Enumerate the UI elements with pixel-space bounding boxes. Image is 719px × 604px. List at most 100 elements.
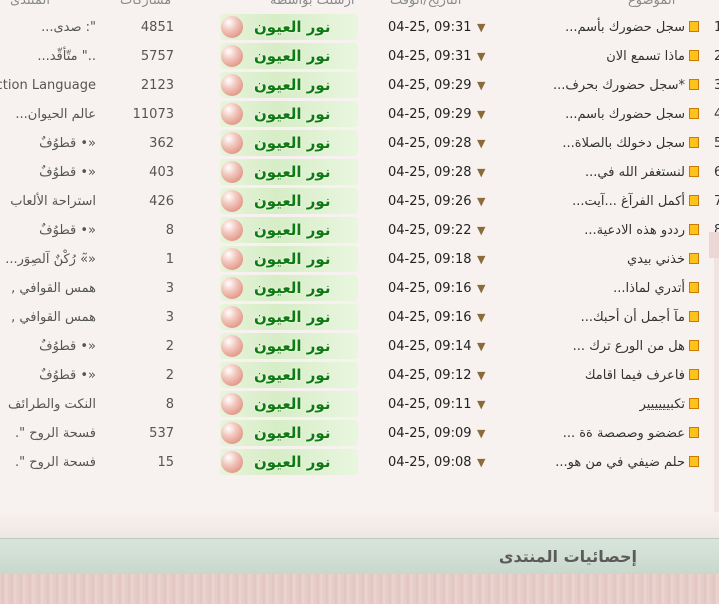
table-row[interactable]: «• قطوُفٌ 403 نور العيون 04-25, 09:28 ▼ لنستغ… xyxy=(0,158,719,187)
table-row[interactable]: النكت والطرائف 8 نور العيون 04-25, 09:11 ▼ تك… xyxy=(0,390,719,419)
forum-link[interactable]: «• قطوُفٌ xyxy=(0,158,96,187)
triangle-down-icon[interactable]: ▼ xyxy=(477,274,489,303)
table-row[interactable]: «̃» رُكْنٌ آلصِوَر... 1 نور العيون 04-25, 0… xyxy=(0,245,719,274)
triangle-down-icon[interactable]: ▼ xyxy=(477,71,489,100)
poster-badge[interactable]: نور العيون xyxy=(220,391,358,417)
triangle-down-icon[interactable]: ▼ xyxy=(477,245,489,274)
forum-link[interactable]: ction Language xyxy=(0,71,96,100)
topic-link[interactable]: خذني بيدي xyxy=(505,245,685,274)
poster-name[interactable]: نور العيون xyxy=(254,391,330,417)
forum-link[interactable]: استراحة الألعاب xyxy=(0,187,96,216)
table-row[interactable]: ": صدى... 4851 نور العيون 04-25, 09:31 ▼ سجل … xyxy=(0,13,719,42)
triangle-down-icon[interactable]: ▼ xyxy=(477,158,489,187)
poster-name[interactable]: نور العيون xyxy=(254,246,330,272)
poster-name[interactable]: نور العيون xyxy=(254,14,330,40)
topic-link[interactable]: سجل دخولك بالصلاة... xyxy=(505,129,685,158)
table-row[interactable]: فسحة الروح ". 15 نور العيون 04-25, 09:08 ▼ حل… xyxy=(0,448,719,477)
forum-link[interactable]: عالم الحيوان... xyxy=(0,100,96,129)
poster-badge[interactable]: نور العيون xyxy=(220,72,358,98)
poster-name[interactable]: نور العيون xyxy=(254,275,330,301)
table-row[interactable]: «• قطوُفٌ 362 نور العيون 04-25, 09:28 ▼ سجل د… xyxy=(0,129,719,158)
poster-badge[interactable]: نور العيون xyxy=(220,333,358,359)
topic-link[interactable]: سجل حضورك باسم... xyxy=(505,100,685,129)
topic-link[interactable]: فاعرف فيما اقامك xyxy=(505,361,685,390)
scroll-thumb[interactable] xyxy=(709,232,719,258)
triangle-down-icon[interactable]: ▼ xyxy=(477,332,489,361)
poster-name[interactable]: نور العيون xyxy=(254,130,330,156)
triangle-down-icon[interactable]: ▼ xyxy=(477,42,489,71)
poster-badge[interactable]: نور العيون xyxy=(220,14,358,40)
posts-count: 362 xyxy=(149,136,174,151)
poster-badge[interactable]: نور العيون xyxy=(220,420,358,446)
table-row[interactable]: «• قطوُفٌ 2 نور العيون 04-25, 09:12 ▼ فاعرف ف… xyxy=(0,361,719,390)
poster-name[interactable]: نور العيون xyxy=(254,72,330,98)
poster-badge[interactable]: نور العيون xyxy=(220,304,358,330)
poster-badge[interactable]: نور العيون xyxy=(220,188,358,214)
triangle-down-icon[interactable]: ▼ xyxy=(477,216,489,245)
topic-link[interactable]: أكمل الفرآغ ...آيت... xyxy=(505,187,685,216)
poster-badge[interactable]: نور العيون xyxy=(220,275,358,301)
poster-name[interactable]: نور العيون xyxy=(254,449,330,475)
forum-link[interactable]: «̃» رُكْنٌ آلصِوَر... xyxy=(0,245,96,274)
triangle-down-icon[interactable]: ▼ xyxy=(477,13,489,42)
poster-name[interactable]: نور العيون xyxy=(254,362,330,388)
triangle-down-icon[interactable]: ▼ xyxy=(477,390,489,419)
topic-link[interactable]: ماذا تسمع الان xyxy=(505,42,685,71)
table-row[interactable]: استراحة الألعاب 426 نور العيون 04-25, 09:26… xyxy=(0,187,719,216)
forum-link[interactable]: همس القوافي , xyxy=(0,303,96,332)
table-row[interactable]: عالم الحيوان... 11073 نور العيون 04-25, 09:… xyxy=(0,100,719,129)
topic-link[interactable]: سجل حضورك بأسم... xyxy=(505,13,685,42)
poster-name[interactable]: نور العيون xyxy=(254,101,330,127)
poster-name[interactable]: نور العيون xyxy=(254,188,330,214)
poster-badge[interactable]: نور العيون xyxy=(220,43,358,69)
forum-link[interactable]: «• قطوُفٌ xyxy=(0,216,96,245)
triangle-down-icon[interactable]: ▼ xyxy=(477,448,489,477)
table-row[interactable]: ction Language 2123 نور العيون 04-25, 09:29… xyxy=(0,71,719,100)
triangle-down-icon[interactable]: ▼ xyxy=(477,100,489,129)
forum-link[interactable]: «• قطوُفٌ xyxy=(0,361,96,390)
forum-link[interactable]: فسحة الروح ". xyxy=(0,419,96,448)
topic-link[interactable]: رددو هذه الادعية... xyxy=(505,216,685,245)
poster-name[interactable]: نور العيون xyxy=(254,304,330,330)
topic-link[interactable]: مآ أجمل أن أحبك... xyxy=(505,303,685,332)
poster-name[interactable]: نور العيون xyxy=(254,43,330,69)
poster-badge[interactable]: نور العيون xyxy=(220,362,358,388)
topic-link[interactable]: أتدري لماذا... xyxy=(505,274,685,303)
triangle-down-icon[interactable]: ▼ xyxy=(477,419,489,448)
topic-link[interactable]: حلم ضيفي في من هو... xyxy=(505,448,685,477)
poster-badge[interactable]: نور العيون xyxy=(220,246,358,272)
topic-link[interactable]: عضضو وصصصة ةة ... xyxy=(505,419,685,448)
forum-link[interactable]: فسحة الروح ". xyxy=(0,448,96,477)
forum-link[interactable]: النكت والطرائف xyxy=(0,390,96,419)
topic-link[interactable]: تكبيييييير xyxy=(505,390,685,419)
triangle-down-icon[interactable]: ▼ xyxy=(477,303,489,332)
table-row[interactable]: همس القوافي , 3 نور العيون 04-25, 09:16 ▼ مآ … xyxy=(0,303,719,332)
poster-badge[interactable]: نور العيون xyxy=(220,217,358,243)
poster-name[interactable]: نور العيون xyxy=(254,159,330,185)
table-row[interactable]: «• قطوُفٌ 8 نور العيون 04-25, 09:22 ▼ رددو هذ… xyxy=(0,216,719,245)
topic-link[interactable]: لنستغفر الله في... xyxy=(505,158,685,187)
scrollbar-track[interactable] xyxy=(714,258,719,518)
forum-link[interactable]: «• قطوُفٌ xyxy=(0,332,96,361)
table-row[interactable]: «• قطوُفٌ 2 نور العيون 04-25, 09:14 ▼ هل من ا… xyxy=(0,332,719,361)
table-row[interactable]: فسحة الروح ". 537 نور العيون 04-25, 09:09 ▼ ع… xyxy=(0,419,719,448)
forum-stats-header[interactable]: إحصائيات المنتدى xyxy=(0,538,719,575)
triangle-down-icon[interactable]: ▼ xyxy=(477,361,489,390)
triangle-down-icon[interactable]: ▼ xyxy=(477,187,489,216)
topic-link[interactable]: *سجل حضورك بحرف... xyxy=(505,71,685,100)
poster-name[interactable]: نور العيون xyxy=(254,420,330,446)
forum-link[interactable]: همس القوافي , xyxy=(0,274,96,303)
poster-badge[interactable]: نور العيون xyxy=(220,159,358,185)
poster-badge[interactable]: نور العيون xyxy=(220,449,358,475)
forum-link[interactable]: ": صدى... xyxy=(0,13,96,42)
topic-link[interactable]: هل من الورع ترك ... xyxy=(505,332,685,361)
forum-link[interactable]: .." متّأقّد... xyxy=(0,42,96,71)
poster-badge[interactable]: نور العيون xyxy=(220,130,358,156)
table-row[interactable]: .." متّأقّد... 5757 نور العيون 04-25, 09:31… xyxy=(0,42,719,71)
poster-badge[interactable]: نور العيون xyxy=(220,101,358,127)
triangle-down-icon[interactable]: ▼ xyxy=(477,129,489,158)
table-row[interactable]: همس القوافي , 3 نور العيون 04-25, 09:16 ▼ أتد… xyxy=(0,274,719,303)
poster-name[interactable]: نور العيون xyxy=(254,333,330,359)
forum-link[interactable]: «• قطوُفٌ xyxy=(0,129,96,158)
poster-name[interactable]: نور العيون xyxy=(254,217,330,243)
